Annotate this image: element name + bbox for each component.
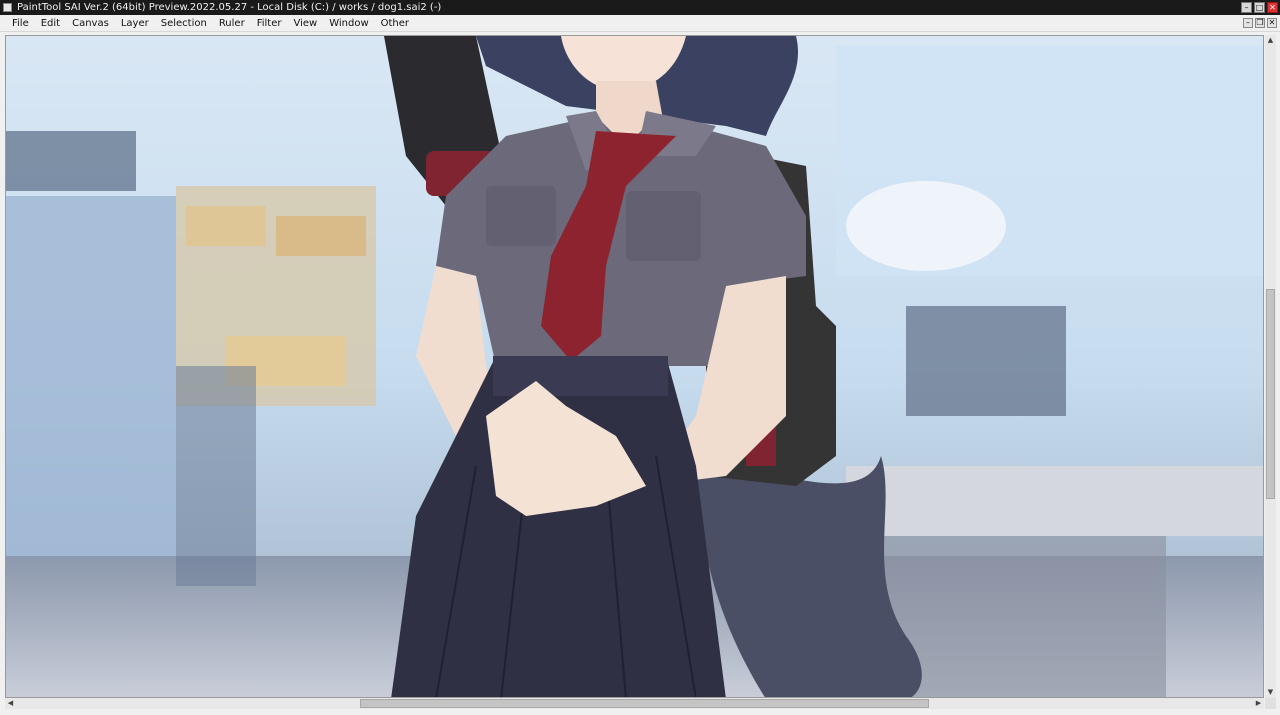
app-icon — [3, 3, 12, 12]
scroll-up-icon[interactable]: ▲ — [1265, 35, 1276, 46]
shelf-box — [186, 206, 266, 246]
menu-canvas[interactable]: Canvas — [66, 15, 115, 32]
horizontal-scrollbar[interactable]: ◀ ▶ — [5, 698, 1264, 709]
maximize-button[interactable]: □ — [1254, 2, 1265, 13]
menu-file[interactable]: File — [6, 15, 35, 32]
close-button[interactable]: ✕ — [1267, 2, 1278, 13]
scroll-down-icon[interactable]: ▼ — [1265, 687, 1276, 698]
drawing-canvas[interactable] — [5, 35, 1264, 698]
desk-right — [846, 466, 1263, 536]
menu-window[interactable]: Window — [323, 15, 374, 32]
window-panel-left — [6, 196, 176, 556]
document-controls: – ❐ ✕ — [1243, 18, 1277, 28]
dark-cabinet — [6, 131, 136, 191]
vertical-scrollbar[interactable]: ▲ ▼ — [1265, 35, 1276, 698]
monitor-right — [906, 306, 1066, 416]
menu-other[interactable]: Other — [375, 15, 415, 32]
window-title: PaintTool SAI Ver.2 (64bit) Preview.2022… — [17, 2, 442, 13]
doc-restore-button[interactable]: ❐ — [1255, 18, 1265, 28]
title-bar: PaintTool SAI Ver.2 (64bit) Preview.2022… — [0, 0, 1280, 15]
doc-minimize-button[interactable]: – — [1243, 18, 1253, 28]
menu-ruler[interactable]: Ruler — [213, 15, 251, 32]
scroll-left-icon[interactable]: ◀ — [5, 698, 16, 709]
chair-left — [176, 366, 256, 586]
scroll-right-icon[interactable]: ▶ — [1253, 698, 1264, 709]
menu-layer[interactable]: Layer — [115, 15, 155, 32]
skirt-waistband — [493, 356, 668, 396]
pocket-right — [626, 191, 701, 261]
menu-edit[interactable]: Edit — [35, 15, 66, 32]
minimize-button[interactable]: – — [1241, 2, 1252, 13]
menu-bar: File Edit Canvas Layer Selection Ruler F… — [0, 15, 1280, 32]
vertical-scroll-thumb[interactable] — [1266, 289, 1275, 499]
doc-close-button[interactable]: ✕ — [1267, 18, 1277, 28]
cloud — [846, 181, 1006, 271]
artwork-image — [6, 36, 1263, 697]
pocket-left — [486, 186, 556, 246]
shelf-box — [276, 216, 366, 256]
horizontal-scroll-thumb[interactable] — [360, 699, 929, 708]
scrollbar-corner — [1265, 698, 1276, 709]
menu-view[interactable]: View — [287, 15, 323, 32]
window-controls: – □ ✕ — [1241, 2, 1278, 13]
menu-selection[interactable]: Selection — [155, 15, 213, 32]
menu-filter[interactable]: Filter — [251, 15, 288, 32]
